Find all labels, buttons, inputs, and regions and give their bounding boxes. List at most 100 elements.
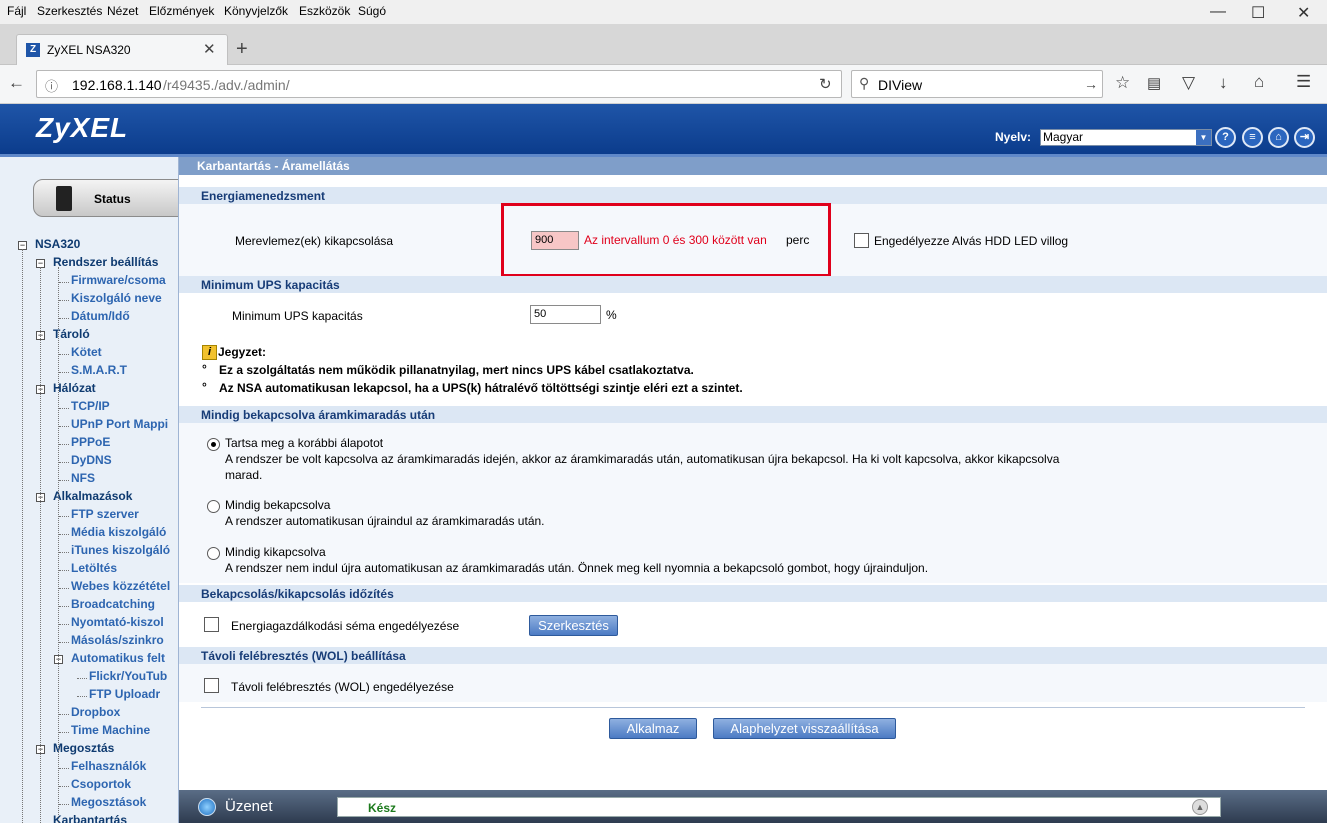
always-off-desc: A rendszer nem indul újra automatikusan … — [225, 561, 929, 575]
tree-item-31[interactable]: Megosztások — [71, 795, 146, 809]
wol-label: Távoli felébresztés (WOL) engedélyezése — [231, 680, 454, 694]
menu-tools[interactable]: Eszközök — [299, 4, 350, 18]
language-select[interactable]: Magyar ▼ — [1040, 129, 1212, 146]
tree-item-28[interactable]: Megosztás — [53, 741, 114, 755]
tree-item-26[interactable]: Dropbox — [71, 705, 120, 719]
hamburger-menu-icon[interactable]: ☰ — [1296, 72, 1311, 92]
menu-edit[interactable]: Szerkesztés — [37, 4, 102, 18]
note-icon: i — [202, 345, 217, 360]
menu-file[interactable]: Fájl — [7, 4, 26, 18]
tree-item-17[interactable]: iTunes kiszolgáló — [71, 543, 170, 557]
tree-connector — [59, 768, 69, 769]
close-window-icon[interactable]: ✕ — [1297, 3, 1310, 23]
download-icon[interactable]: ↓ — [1219, 73, 1228, 93]
tree-item-6[interactable]: Kötet — [71, 345, 102, 359]
expand-icon[interactable]: ▲ — [1192, 799, 1208, 815]
tree-item-9[interactable]: TCP/IP — [71, 399, 110, 413]
nas-device-icon — [56, 186, 72, 211]
menu-help[interactable]: Súgó — [358, 4, 386, 18]
minimize-icon[interactable]: — — [1210, 3, 1226, 21]
zyxel-logo: ZyXEL — [36, 112, 129, 143]
tree-item-1[interactable]: Rendszer beállítás — [53, 255, 158, 269]
tree-item-16[interactable]: Média kiszolgáló — [71, 525, 166, 539]
bookmark-star-icon[interactable]: ☆ — [1115, 73, 1130, 93]
tree-connector — [59, 444, 69, 445]
message-bar: Üzenet Kész ▲ — [179, 790, 1327, 823]
ups-label: Minimum UPS kapacitás — [232, 309, 363, 323]
logout-icon[interactable]: ⇥ — [1294, 127, 1315, 148]
message-label: Üzenet — [225, 798, 273, 815]
radio-always-off[interactable] — [207, 547, 220, 560]
tree-item-30[interactable]: Csoportok — [71, 777, 131, 791]
tree-item-18[interactable]: Letöltés — [71, 561, 117, 575]
tree-connector — [59, 516, 69, 517]
reset-button[interactable]: Alaphelyzet visszaállítása — [713, 718, 896, 739]
tree-item-23[interactable]: Automatikus felt — [71, 651, 165, 665]
tree-item-24[interactable]: Flickr/YouTub — [89, 669, 167, 683]
tree-item-15[interactable]: FTP szerver — [71, 507, 139, 521]
tree-connector — [59, 534, 69, 535]
menu-bookmarks[interactable]: Könyvjelzők — [224, 4, 288, 18]
tree-item-7[interactable]: S.M.A.R.T — [71, 363, 127, 377]
wol-checkbox[interactable] — [204, 678, 219, 693]
tree-item-27[interactable]: Time Machine — [71, 723, 150, 737]
home-nav-icon[interactable]: ⌂ — [1268, 127, 1289, 148]
url-bar[interactable]: ⓘ 192.168.1.140 /r49435./adv./admin/ ↻ — [36, 70, 842, 98]
always-off-label: Mindig kikapcsolva — [225, 545, 326, 559]
section-energy: Energiamenedzsment — [179, 187, 1327, 204]
reload-icon[interactable]: ↻ — [819, 75, 832, 93]
close-tab-icon[interactable]: ✕ — [203, 40, 216, 58]
tree-item-25[interactable]: FTP Uploadr — [89, 687, 160, 701]
notes-icon[interactable]: ≡ — [1242, 127, 1263, 148]
status-button[interactable]: Status — [33, 179, 178, 217]
tree-item-19[interactable]: Webes közzététel — [71, 579, 170, 593]
edit-schedule-button[interactable]: Szerkesztés — [529, 615, 618, 636]
maximize-icon[interactable]: ☐ — [1251, 3, 1265, 23]
tree-item-8[interactable]: Hálózat — [53, 381, 96, 395]
tree-item-10[interactable]: UPnP Port Mappi — [71, 417, 168, 431]
schedule-checkbox[interactable] — [204, 617, 219, 632]
radio-always-on[interactable] — [207, 500, 220, 513]
url-host: 192.168.1.140 — [72, 77, 162, 93]
pocket-icon[interactable]: ▽ — [1182, 73, 1195, 93]
ups-input[interactable]: 50 — [530, 305, 601, 324]
help-icon[interactable]: ? — [1215, 127, 1236, 148]
tree-item-32[interactable]: Karbantartás — [53, 813, 127, 823]
search-go-icon[interactable]: → — [1084, 76, 1098, 92]
tree-item-11[interactable]: PPPoE — [71, 435, 110, 449]
search-input[interactable]: ⚲ DIView → — [851, 70, 1103, 98]
led-blink-label: Engedélyezze Alvás HDD LED villog — [874, 234, 1069, 248]
browser-menubar: Fájl Szerkesztés Nézet Előzmények Könyvj… — [0, 0, 1327, 24]
tree-guide — [22, 249, 23, 823]
tree-item-13[interactable]: NFS — [71, 471, 95, 485]
browser-tab[interactable]: Z ZyXEL NSA320 ✕ — [16, 34, 228, 65]
tree-item-29[interactable]: Felhasználók — [71, 759, 146, 773]
menu-view[interactable]: Nézet — [107, 4, 138, 18]
language-label: Nyelv: — [995, 130, 1032, 144]
tree-item-12[interactable]: DyDNS — [71, 453, 112, 467]
tree-item-22[interactable]: Másolás/szinkro — [71, 633, 164, 647]
menu-history[interactable]: Előzmények — [149, 4, 214, 18]
tab-title: ZyXEL NSA320 — [47, 43, 131, 57]
radio-keep-previous[interactable] — [207, 438, 220, 451]
tree-guide — [58, 267, 59, 823]
tree-connector — [59, 426, 69, 427]
tree-item-2[interactable]: Firmware/csoma — [71, 273, 166, 287]
led-blink-checkbox[interactable] — [854, 233, 869, 248]
tree-item-4[interactable]: Dátum/Idő — [71, 309, 130, 323]
tree-item-20[interactable]: Broadcatching — [71, 597, 155, 611]
section-power-restore: Mindig bekapcsolva áramkimaradás után — [179, 406, 1327, 423]
home-icon[interactable]: ⌂ — [1254, 72, 1264, 92]
tree-item-0[interactable]: NSA320 — [35, 237, 80, 251]
tree-connector — [77, 678, 87, 679]
apply-button[interactable]: Alkalmaz — [609, 718, 697, 739]
new-tab-icon[interactable]: + — [236, 38, 248, 61]
tree-item-14[interactable]: Alkalmazások — [53, 489, 132, 503]
info-icon[interactable]: ⓘ — [45, 76, 58, 95]
section-ups: Minimum UPS kapacitás — [179, 276, 1327, 293]
back-icon[interactable]: ← — [8, 73, 25, 93]
tree-item-3[interactable]: Kiszolgáló neve — [71, 291, 162, 305]
reading-list-icon[interactable]: ▤ — [1147, 74, 1161, 92]
keep-previous-desc: A rendszer be volt kapcsolva az áramkima… — [225, 452, 1060, 466]
tree-item-21[interactable]: Nyomtató-kiszol — [71, 615, 164, 629]
